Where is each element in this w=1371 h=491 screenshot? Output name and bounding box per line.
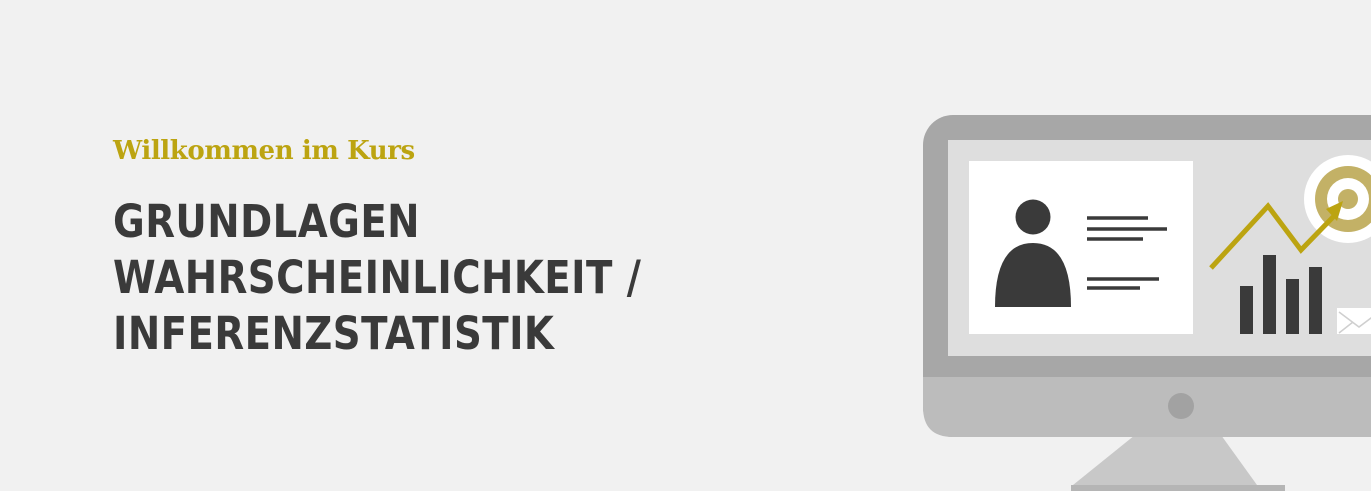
course-title-line-3: INFERENZSTATISTIK bbox=[113, 307, 555, 360]
profile-card bbox=[969, 161, 1193, 334]
envelope-icon bbox=[1337, 308, 1371, 334]
monitor-chin bbox=[923, 377, 1371, 437]
monitor-illustration bbox=[923, 115, 1371, 491]
welcome-kicker: Willkommen im Kurs bbox=[113, 136, 415, 166]
monitor-power-button bbox=[1168, 393, 1194, 419]
course-hero-banner: Willkommen im Kurs GRUNDLAGEN WAHRSCHEIN… bbox=[0, 0, 1371, 491]
course-title-line-1: GRUNDLAGEN bbox=[113, 195, 421, 248]
monitor-stand bbox=[1073, 435, 1257, 485]
hero-text-block: Willkommen im Kurs GRUNDLAGEN WAHRSCHEIN… bbox=[113, 134, 813, 362]
monitor-base bbox=[1071, 485, 1285, 491]
course-title-line-2: WAHRSCHEINLICHKEIT / bbox=[113, 251, 642, 304]
course-title: GRUNDLAGEN WAHRSCHEINLICHKEIT / INFERENZ… bbox=[113, 194, 715, 362]
monitor-icon bbox=[923, 115, 1371, 491]
